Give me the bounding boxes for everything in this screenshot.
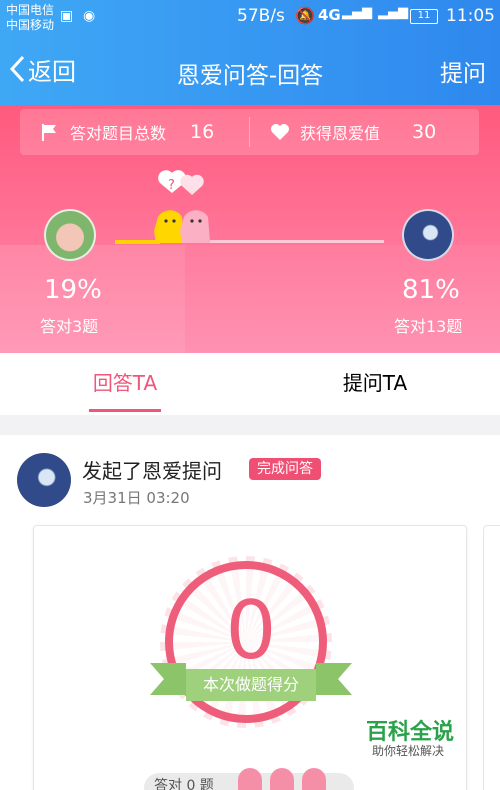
right-player-percent: 81%	[402, 275, 460, 305]
wrong-mark-icon	[238, 768, 262, 790]
couple-mascot-icon: ?	[154, 170, 210, 243]
left-player-detail: 答对3题	[40, 317, 99, 336]
active-tab-indicator	[89, 409, 161, 412]
network-type: 4G	[318, 6, 341, 24]
right-progress-track	[210, 240, 384, 243]
feed-time: 3月31日 03:20	[83, 489, 190, 507]
video-app-notification-icon: ◉	[83, 8, 96, 24]
right-player-detail: 答对13题	[394, 317, 463, 336]
tab-ask[interactable]: 提问TA	[250, 353, 500, 415]
signal-bars-2-icon: ▂▄▆	[378, 5, 408, 20]
love-value-label: 获得恩爱值	[300, 124, 381, 143]
svg-text:?: ?	[168, 178, 175, 193]
carrier-2: 中国移动	[6, 18, 55, 32]
mute-icon: 🔕	[295, 6, 315, 25]
page-title: 恩爱问答-回答	[176, 63, 324, 89]
right-player-avatar[interactable]	[402, 209, 454, 261]
signal-bars-icon: ▂▄▆	[342, 5, 372, 20]
gallery-notification-icon: ▣	[60, 8, 74, 24]
carrier-1: 中国电信	[6, 3, 55, 17]
carrier-labels: 中国电信 中国移动	[6, 3, 54, 33]
correct-total-value: 16	[190, 121, 215, 143]
correct-count-label: 答对 0 题	[154, 778, 214, 790]
battery-indicator: 11	[410, 9, 438, 24]
love-value-number: 30	[412, 121, 437, 143]
score-value: 0	[225, 584, 277, 677]
clock: 11:05	[446, 6, 495, 26]
status-bar: 中国电信 中国移动 ▣ ◉ 57B/s 🔕 4G ▂▄▆ ▂▄▆ 11 11:0…	[0, 0, 500, 36]
ask-button[interactable]: 提问	[440, 54, 486, 88]
left-player-percent: 19%	[44, 275, 102, 305]
nav-bar: 返回 恩爱问答-回答 提问	[0, 36, 500, 104]
left-player-avatar[interactable]	[44, 209, 96, 261]
feed-avatar[interactable]	[17, 453, 71, 507]
left-progress-bar	[115, 240, 160, 244]
net-speed: 57B/s	[237, 6, 285, 26]
wrong-mark-icon	[302, 768, 326, 790]
tab-answer[interactable]: 回答TA	[0, 353, 250, 415]
stats-divider	[249, 117, 250, 147]
next-card-peek[interactable]	[483, 525, 500, 790]
feed-title: 发起了恩爱提问	[82, 459, 222, 483]
heart-icon	[271, 124, 289, 140]
tab-bar: 回答TA 提问TA	[0, 353, 500, 415]
ribbon-right-tail	[316, 663, 352, 695]
ribbon-left-tail	[150, 663, 186, 695]
wrong-mark-icon	[270, 768, 294, 790]
stats-summary-card: 答对题目总数 16 获得恩爱值 30	[20, 109, 479, 155]
status-badge: 完成问答	[249, 458, 321, 480]
flag-icon	[42, 124, 56, 141]
score-caption-ribbon: 本次做题得分	[186, 669, 316, 701]
correct-total-stat: 答对题目总数 16	[40, 109, 214, 155]
correct-total-label: 答对题目总数	[70, 124, 167, 143]
love-value-stat: 获得恩爱值 30	[270, 109, 436, 155]
watermark-subtitle: 助你轻松解决	[372, 744, 445, 758]
stats-hero: 答对题目总数 16 获得恩爱值 30 ? 19% 答对3题 81% 答对13题	[0, 105, 500, 353]
watermark-logo: 百科全说 助你轻松解决	[350, 710, 460, 760]
